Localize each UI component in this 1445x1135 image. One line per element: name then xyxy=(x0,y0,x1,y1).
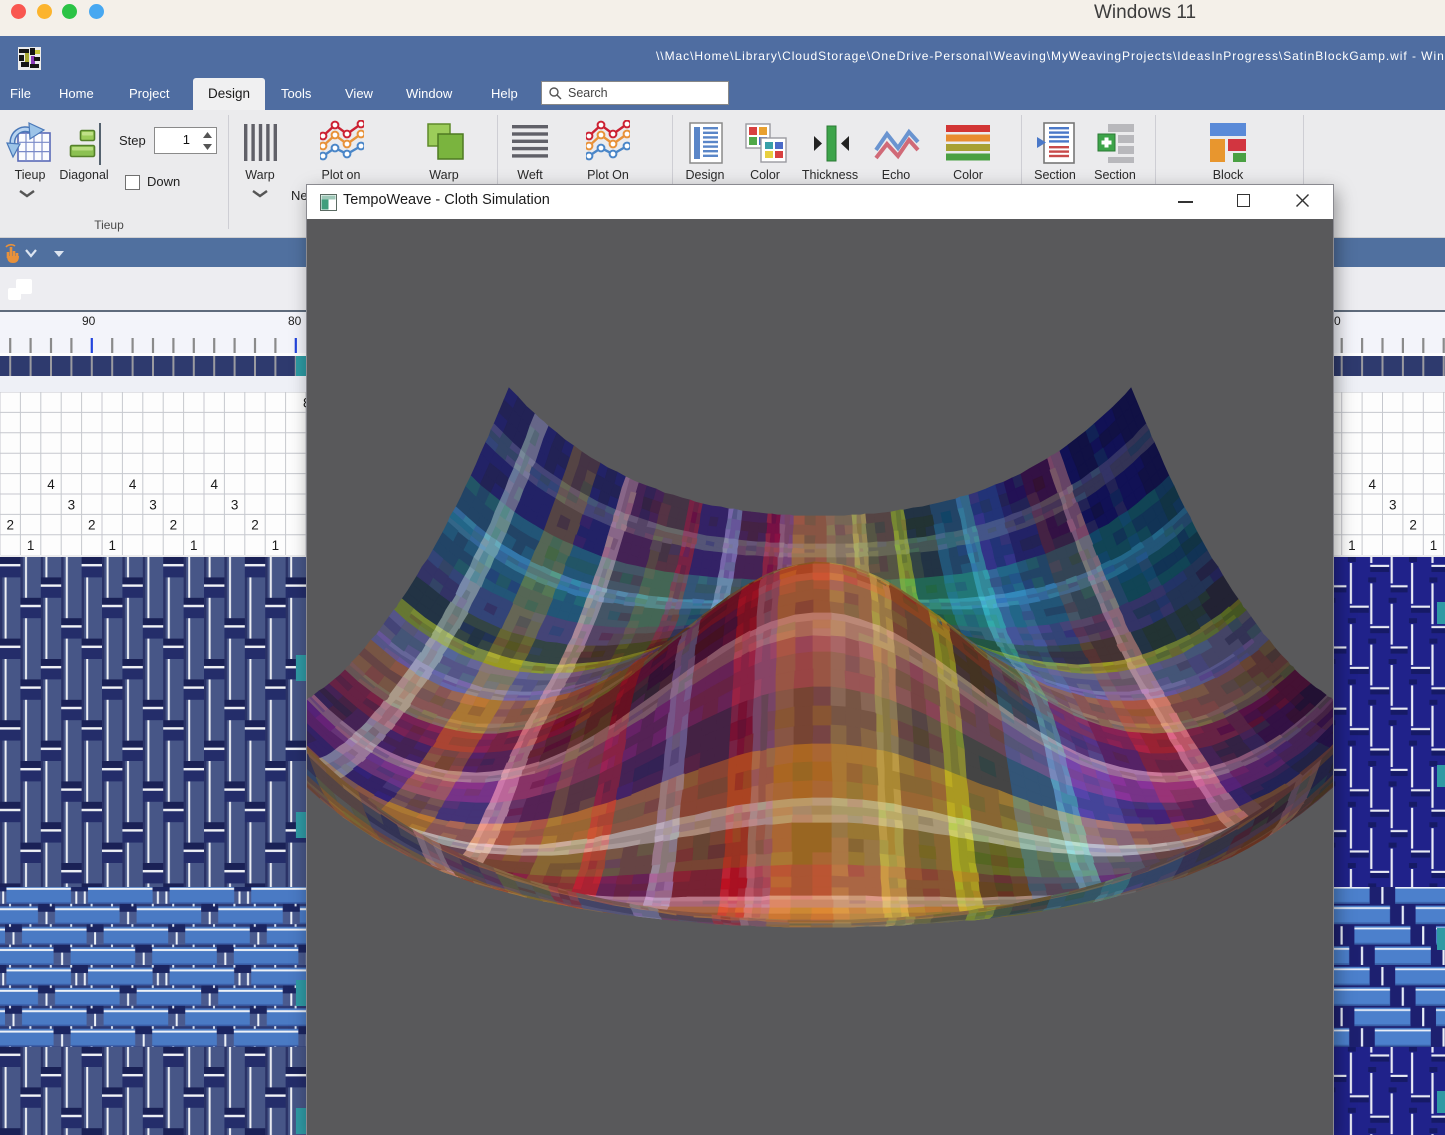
svg-text:1: 1 xyxy=(1348,538,1356,553)
svg-text:2: 2 xyxy=(6,518,14,533)
svg-text:3: 3 xyxy=(68,497,76,512)
svg-text:4: 4 xyxy=(129,477,137,492)
svg-text:4: 4 xyxy=(210,477,218,492)
svg-text:3: 3 xyxy=(1389,497,1397,512)
svg-text:4: 4 xyxy=(1369,477,1377,492)
svg-text:1: 1 xyxy=(27,538,35,553)
svg-text:1: 1 xyxy=(190,538,198,553)
svg-text:4: 4 xyxy=(47,477,55,492)
svg-text:2: 2 xyxy=(88,518,96,533)
svg-text:2: 2 xyxy=(170,518,178,533)
svg-text:3: 3 xyxy=(231,497,239,512)
svg-text:2: 2 xyxy=(251,518,259,533)
svg-text:1: 1 xyxy=(108,538,116,553)
svg-text:3: 3 xyxy=(149,497,157,512)
svg-text:1: 1 xyxy=(1430,538,1438,553)
svg-text:2: 2 xyxy=(1409,518,1417,533)
svg-text:1: 1 xyxy=(272,538,280,553)
